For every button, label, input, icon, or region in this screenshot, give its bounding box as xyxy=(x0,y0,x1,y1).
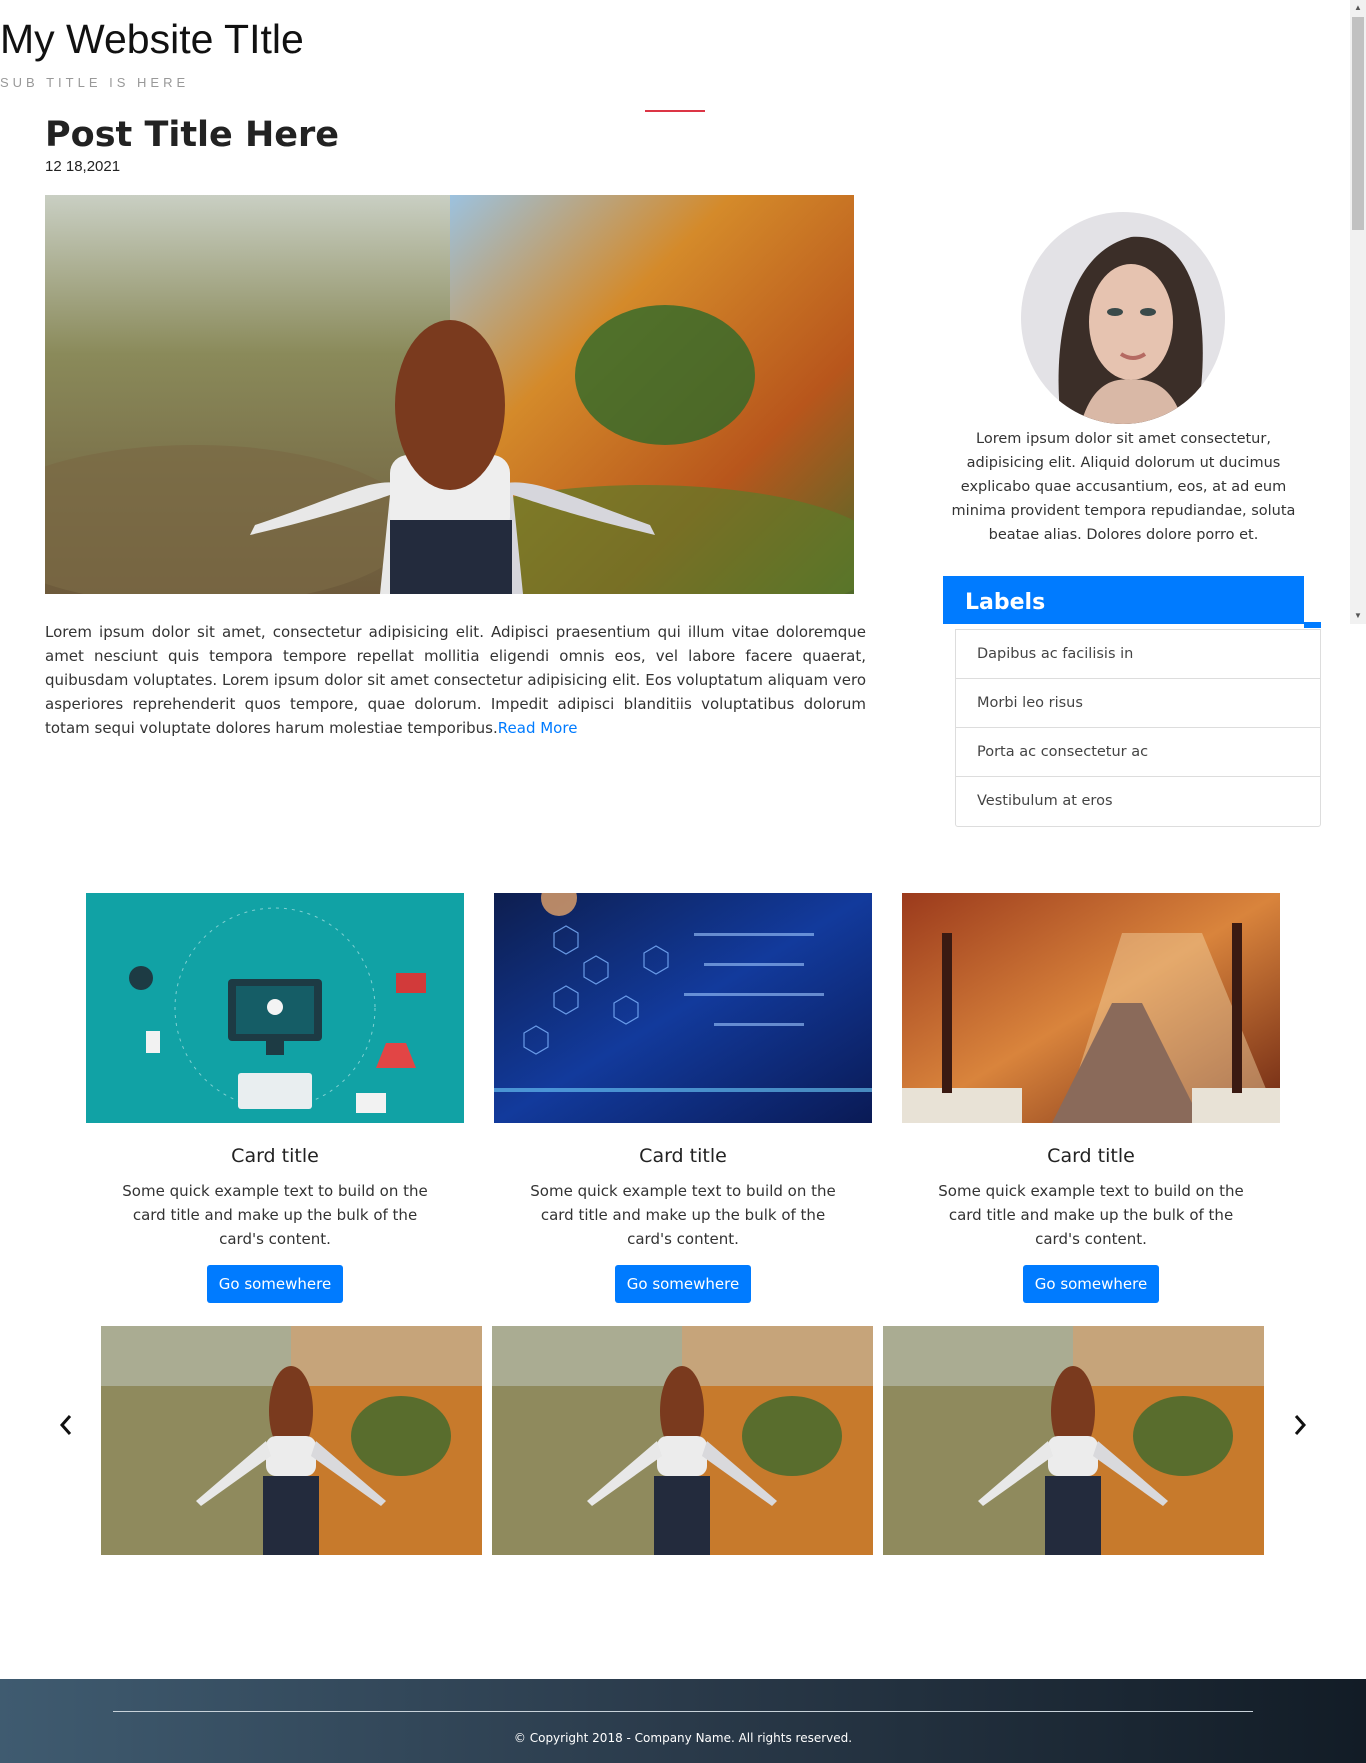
label-item[interactable]: Morbi leo risus xyxy=(956,679,1320,728)
card: Card title Some quick example text to bu… xyxy=(86,893,464,1303)
post-image xyxy=(45,195,854,594)
card-image xyxy=(902,893,1280,1123)
footer-copyright: © Copyright 2018 - Company Name. All rig… xyxy=(513,1731,853,1745)
carousel-next-button[interactable] xyxy=(1288,1410,1312,1440)
chevron-left-icon xyxy=(59,1415,72,1435)
carousel-slide xyxy=(101,1326,482,1555)
labels-header: Labels xyxy=(943,576,1304,624)
read-more-link[interactable]: Read More xyxy=(498,719,578,737)
chevron-right-icon xyxy=(1294,1415,1307,1435)
post-title: Post Title Here xyxy=(45,115,339,155)
card-text: Some quick example text to build on the … xyxy=(530,1182,836,1248)
carousel-slide xyxy=(883,1326,1264,1555)
labels-list: Dapibus ac facilisis in Morbi leo risus … xyxy=(955,629,1321,827)
go-somewhere-button[interactable]: Go somewhere xyxy=(1022,1265,1160,1303)
card-title: Card title xyxy=(639,1145,727,1167)
card-image xyxy=(494,893,872,1123)
labels-header-accent xyxy=(1304,622,1321,628)
card-image xyxy=(86,893,464,1123)
card: Card title Some quick example text to bu… xyxy=(494,893,872,1303)
label-item[interactable]: Vestibulum at eros xyxy=(956,777,1320,826)
vertical-scrollbar[interactable]: ▲ ▼ xyxy=(1350,0,1366,624)
go-somewhere-button[interactable]: Go somewhere xyxy=(614,1265,752,1303)
post-date: 12 18,2021 xyxy=(45,158,121,175)
card-text: Some quick example text to build on the … xyxy=(938,1182,1244,1248)
post-body-text: Lorem ipsum dolor sit amet, consectetur … xyxy=(45,623,866,737)
label-item[interactable]: Dapibus ac facilisis in xyxy=(956,630,1320,679)
scroll-up-icon[interactable]: ▲ xyxy=(1350,0,1366,16)
site-subtitle: SUB TITLE IS HERE xyxy=(0,75,190,90)
carousel-prev-button[interactable] xyxy=(54,1410,78,1440)
label-item[interactable]: Porta ac consectetur ac xyxy=(956,728,1320,777)
post-body: Lorem ipsum dolor sit amet, consectetur … xyxy=(45,620,866,740)
card-title: Card title xyxy=(231,1145,319,1167)
card: Card title Some quick example text to bu… xyxy=(902,893,1280,1303)
title-divider xyxy=(645,110,705,112)
card-text: Some quick example text to build on the … xyxy=(122,1182,428,1248)
scrollbar-thumb[interactable] xyxy=(1352,17,1364,230)
footer-divider xyxy=(113,1711,1253,1712)
site-title: My Website TItle xyxy=(0,16,304,62)
go-somewhere-button[interactable]: Go somewhere xyxy=(206,1265,344,1303)
scroll-down-icon[interactable]: ▼ xyxy=(1350,608,1366,624)
card-title: Card title xyxy=(1047,1145,1135,1167)
author-avatar xyxy=(1021,212,1225,424)
footer: © Copyright 2018 - Company Name. All rig… xyxy=(0,1679,1366,1763)
author-bio: Lorem ipsum dolor sit amet consectetur, … xyxy=(951,431,1296,543)
carousel-slide xyxy=(492,1326,873,1555)
